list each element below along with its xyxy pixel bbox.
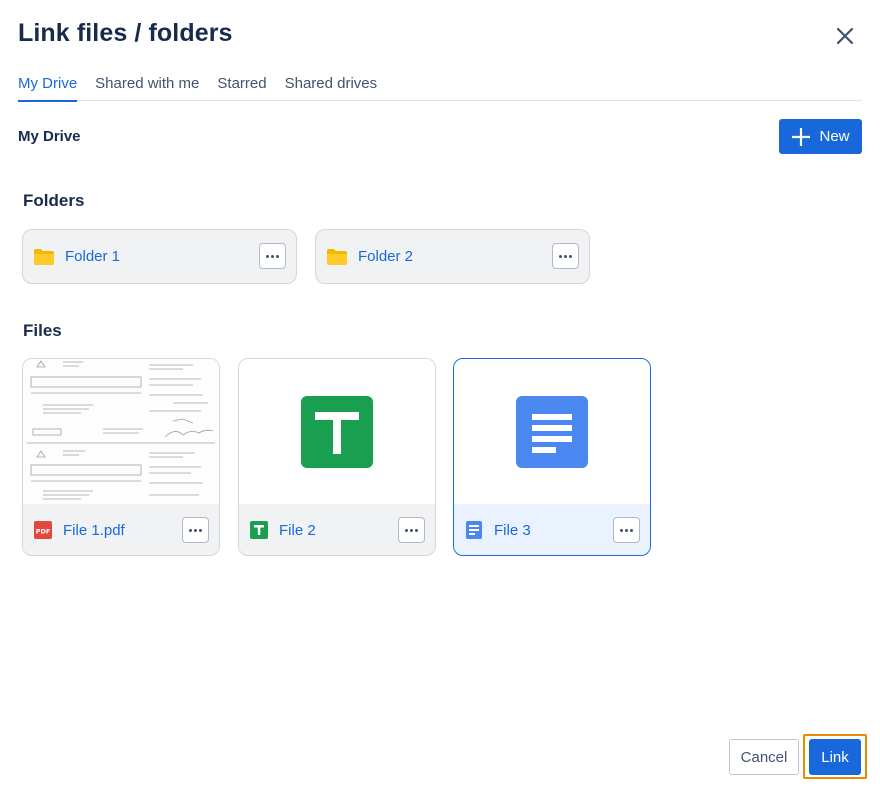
- more-icon: [266, 254, 269, 258]
- dialog-title: Link files / folders: [18, 19, 233, 47]
- file-thumbnail: [23, 359, 219, 504]
- sheets-icon: [301, 395, 373, 468]
- cancel-button[interactable]: Cancel: [729, 739, 799, 775]
- close-button[interactable]: [830, 21, 860, 51]
- file-name: File 3: [494, 521, 531, 539]
- more-icon: [559, 254, 562, 258]
- folders-section-title: Folders: [23, 191, 85, 210]
- pdf-icon: PDF: [34, 521, 52, 539]
- folder-more-button[interactable]: [552, 243, 579, 269]
- folder-more-button[interactable]: [259, 243, 286, 269]
- file-more-button[interactable]: [613, 517, 640, 543]
- file-thumbnail: [454, 359, 650, 504]
- more-icon: [620, 528, 623, 532]
- folder-card[interactable]: Folder 2: [315, 229, 590, 284]
- pdf-document-thumbnail: [23, 359, 219, 504]
- new-button[interactable]: New: [779, 119, 862, 154]
- tab-shared-with-me[interactable]: Shared with me: [95, 70, 199, 101]
- folder-icon: [34, 248, 54, 265]
- file-footer: File 3: [454, 504, 650, 555]
- folder-name: Folder 1: [65, 248, 121, 265]
- file-more-button[interactable]: [398, 517, 425, 543]
- link-button[interactable]: Link: [809, 739, 861, 775]
- close-icon: [836, 27, 854, 45]
- file-name: File 2: [279, 521, 316, 539]
- plus-icon: [792, 127, 811, 146]
- tab-my-drive[interactable]: My Drive: [18, 70, 78, 102]
- files-section-title: Files: [23, 321, 62, 340]
- tab-shared-drives[interactable]: Shared drives: [285, 70, 378, 101]
- svg-text:PDF: PDF: [36, 528, 51, 536]
- file-card[interactable]: PDF File 1.pdf: [22, 358, 220, 556]
- location-title: My Drive: [18, 128, 81, 145]
- tab-bar: My Drive Shared with me Starred Shared d…: [18, 70, 862, 102]
- file-card-selected[interactable]: File 3: [453, 358, 651, 556]
- more-icon: [405, 528, 408, 532]
- file-footer: File 2: [239, 504, 435, 555]
- folder-name: Folder 2: [358, 248, 414, 265]
- docs-icon: [466, 521, 482, 539]
- sheets-icon: [250, 521, 268, 539]
- folder-card[interactable]: Folder 1: [22, 229, 297, 284]
- file-more-button[interactable]: [182, 517, 209, 543]
- file-card[interactable]: File 2: [238, 358, 436, 556]
- folder-icon: [327, 248, 347, 265]
- new-button-label: New: [819, 128, 850, 145]
- docs-icon: [516, 395, 588, 468]
- more-icon: [189, 528, 192, 532]
- file-footer: PDF File 1.pdf: [23, 504, 219, 555]
- file-thumbnail: [239, 359, 435, 504]
- tab-starred[interactable]: Starred: [217, 70, 266, 101]
- file-name: File 1.pdf: [63, 521, 125, 539]
